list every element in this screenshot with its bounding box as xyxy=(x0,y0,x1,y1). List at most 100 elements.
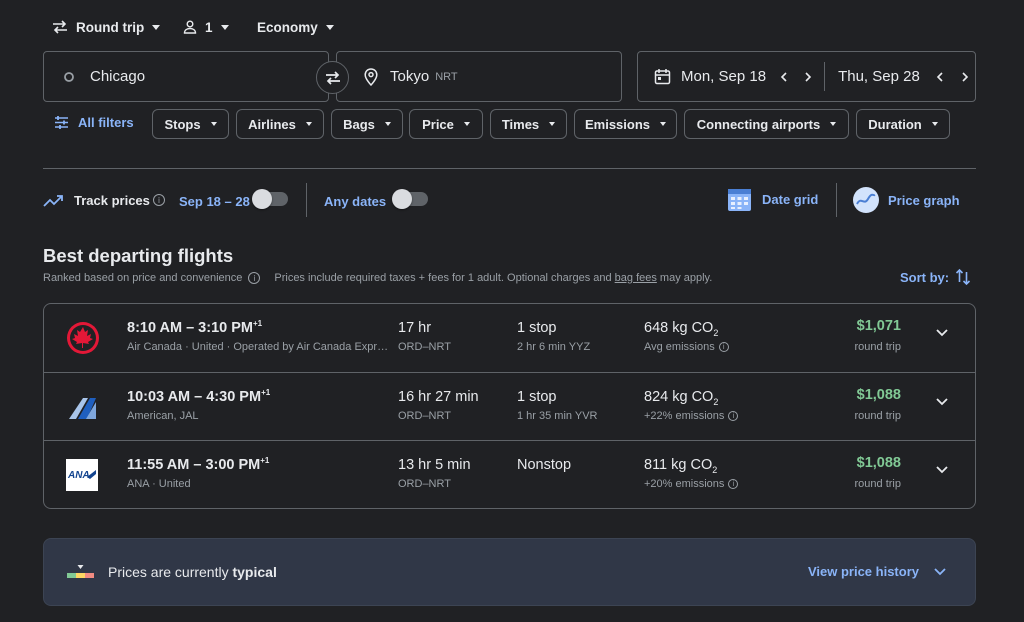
filter-connecting-airports-label: Connecting airports xyxy=(696,116,821,132)
bag-fees-link[interactable]: bag fees xyxy=(615,272,657,284)
filter-emissions-label: Emissions xyxy=(584,116,651,132)
filter-emissions[interactable]: Emissions xyxy=(574,109,677,139)
date-grid-button[interactable]: Date grid xyxy=(727,187,818,212)
flight-times-text: 10:03 AM – 4:30 PM xyxy=(127,388,262,405)
vertical-divider xyxy=(836,183,837,217)
filter-stops[interactable]: Stops xyxy=(152,109,229,139)
trip-type-select[interactable]: Round trip xyxy=(52,14,161,40)
info-icon[interactable]: i xyxy=(718,342,729,353)
co2-value: 811 kg CO xyxy=(644,457,713,473)
chevron-down-icon xyxy=(152,24,161,30)
swap-locations-button[interactable] xyxy=(316,61,349,94)
flight-duration: 13 hr 5 min xyxy=(398,457,471,473)
destination-field[interactable]: Tokyo NRT xyxy=(336,51,622,102)
expand-chevron-icon[interactable] xyxy=(935,397,949,407)
flight-price: $1,088 xyxy=(856,387,901,403)
flight-price: $1,071 xyxy=(856,318,901,334)
return-next-chevron-icon[interactable] xyxy=(959,71,971,83)
filter-price-label: Price xyxy=(422,116,454,132)
filter-price[interactable]: Price xyxy=(409,109,483,139)
price-graph-icon xyxy=(852,186,880,214)
info-icon[interactable]: i xyxy=(728,411,739,422)
results-subtitle: Ranked based on price and convenience i … xyxy=(43,272,712,284)
price-graph-button[interactable]: Price graph xyxy=(852,186,960,214)
trending-icon xyxy=(43,194,64,208)
section-divider xyxy=(43,168,976,169)
price-insight-text: Prices are currently typical xyxy=(108,564,277,580)
return-date[interactable]: Thu, Sep 28 xyxy=(838,68,920,85)
filter-bags[interactable]: Bags xyxy=(331,109,403,139)
flight-stops: 1 stop xyxy=(517,320,557,336)
flight-stops: Nonstop xyxy=(517,457,572,473)
passengers-select[interactable]: 1 xyxy=(183,14,229,40)
depart-date[interactable]: Mon, Sep 18 xyxy=(681,68,766,85)
cabin-class-label: Economy xyxy=(257,19,318,35)
origin-circle-icon xyxy=(63,71,75,83)
day-offset: +1 xyxy=(252,319,263,328)
passengers-count: 1 xyxy=(205,19,213,35)
ana-logo: ANA xyxy=(66,459,98,491)
flight-layover: 2 hr 6 min YYZ xyxy=(517,341,591,353)
any-dates-label: Any dates xyxy=(324,194,387,209)
flight-row[interactable]: 10:03 AM – 4:30 PM+1 American, JAL 16 hr… xyxy=(44,372,975,440)
return-prev-chevron-icon[interactable] xyxy=(934,71,946,83)
info-icon[interactable]: i xyxy=(153,194,165,206)
origin-field[interactable]: Chicago xyxy=(43,51,329,102)
filter-airlines[interactable]: Airlines xyxy=(236,109,324,139)
flight-times: 11:55 AM – 3:00 PM+1 xyxy=(127,456,269,473)
chevron-down-icon xyxy=(931,122,938,126)
flight-times-text: 8:10 AM – 3:10 PM xyxy=(127,319,253,336)
dates-field[interactable]: Mon, Sep 18 Thu, Sep 28 xyxy=(637,51,976,102)
emissions-text: +22% emissions xyxy=(644,410,725,422)
filter-connecting-airports[interactable]: Connecting airports xyxy=(684,109,849,139)
flight-row[interactable]: 8:10 AM – 3:10 PM+1 Air Canada · United … xyxy=(44,304,975,372)
sort-by-button[interactable]: Sort by: xyxy=(900,268,971,286)
filter-bags-label: Bags xyxy=(343,116,375,132)
filter-times-label: Times xyxy=(501,116,540,132)
flight-route: ORD–NRT xyxy=(398,478,451,490)
filter-times[interactable]: Times xyxy=(490,109,567,139)
track-prices-toggle[interactable] xyxy=(252,189,288,209)
flight-co2: 811 kg CO2 xyxy=(644,457,717,475)
filter-duration-label: Duration xyxy=(868,116,922,132)
chevron-down-icon xyxy=(830,122,837,126)
depart-next-chevron-icon[interactable] xyxy=(802,71,814,83)
depart-prev-chevron-icon[interactable] xyxy=(778,71,790,83)
date-grid-icon xyxy=(727,187,752,212)
flight-co2: 648 kg CO2 xyxy=(644,320,718,338)
sort-icon xyxy=(955,268,971,286)
destination-value: Tokyo xyxy=(390,68,430,85)
any-dates-toggle[interactable] xyxy=(392,189,428,209)
flight-route: ORD–NRT xyxy=(398,341,451,353)
origin-value: Chicago xyxy=(90,68,146,85)
info-icon[interactable]: i xyxy=(248,272,261,284)
flights-list: 8:10 AM – 3:10 PM+1 Air Canada · United … xyxy=(43,303,976,509)
track-prices-label: Track prices xyxy=(74,193,150,208)
emissions-text: Avg emissions xyxy=(644,341,715,353)
track-prices: Track prices xyxy=(43,193,150,208)
co2-value: 824 kg CO xyxy=(644,389,714,405)
all-filters-button[interactable]: All filters xyxy=(54,115,134,130)
chevron-down-icon xyxy=(933,567,947,577)
chevron-down-icon xyxy=(463,122,470,126)
cabin-class-select[interactable]: Economy xyxy=(257,14,334,40)
price-insights-card[interactable]: Prices are currently typical View price … xyxy=(43,538,976,606)
american-jal-logo xyxy=(66,390,100,424)
co2-subscript: 2 xyxy=(712,464,718,475)
chevron-down-icon xyxy=(660,122,667,126)
toggle-knob xyxy=(392,189,412,209)
flight-price-type: round trip xyxy=(854,410,901,422)
price-insight-status: typical xyxy=(232,564,277,580)
expand-chevron-icon[interactable] xyxy=(935,465,949,475)
info-icon[interactable]: i xyxy=(728,479,739,490)
view-price-history-label: View price history xyxy=(807,564,919,579)
view-price-history-button[interactable]: View price history xyxy=(808,564,947,579)
flight-row[interactable]: ANA 11:55 AM – 3:00 PM+1 ANA · United 13… xyxy=(44,440,975,508)
chevron-down-icon xyxy=(384,122,391,126)
sort-by-label: Sort by: xyxy=(900,269,950,285)
track-date-range: Sep 18 – 28 xyxy=(179,194,250,209)
filter-duration[interactable]: Duration xyxy=(856,109,950,139)
chevron-down-icon xyxy=(549,122,556,126)
expand-chevron-icon[interactable] xyxy=(935,328,949,338)
dates-divider xyxy=(824,62,826,91)
